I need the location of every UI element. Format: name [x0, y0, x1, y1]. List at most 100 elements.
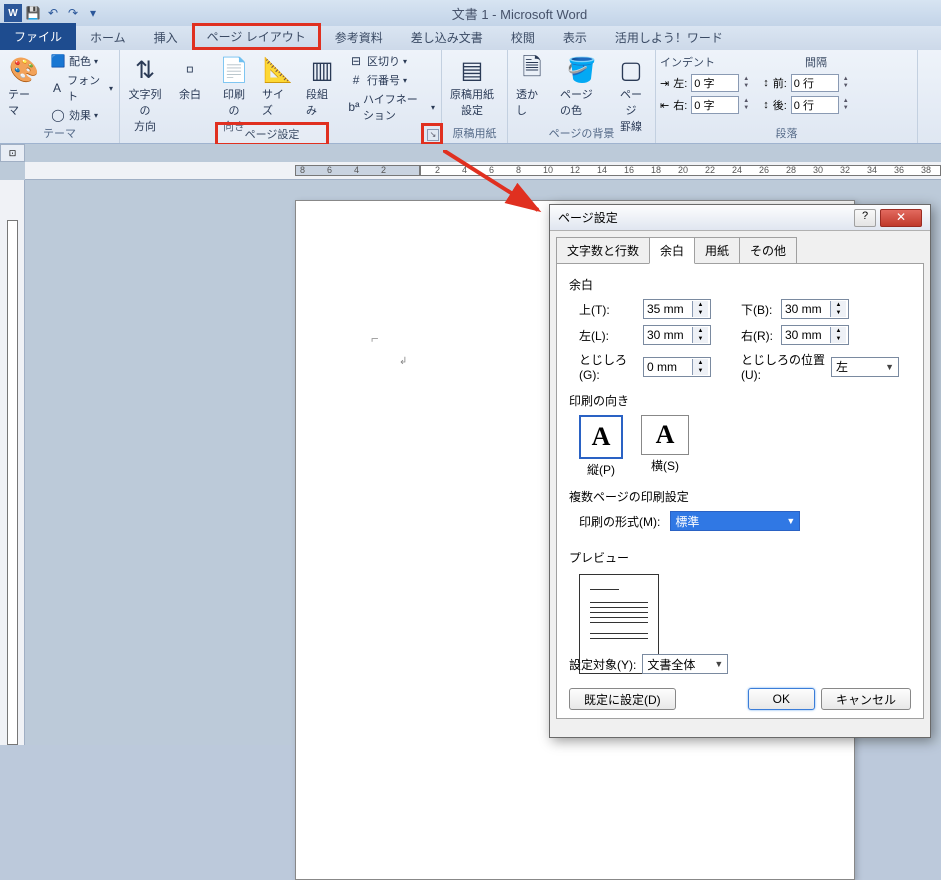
dialog-titlebar[interactable]: ページ設定 ? ✕: [550, 205, 930, 231]
effects-button[interactable]: ◯効果▾: [48, 106, 115, 124]
spacing-before-input[interactable]: [791, 74, 839, 92]
undo-icon[interactable]: ↶: [44, 4, 62, 22]
text-direction-icon: ⇅: [129, 54, 161, 86]
group-paragraph-label: 段落: [656, 123, 917, 143]
line-num-icon: #: [348, 72, 364, 88]
apply-select[interactable]: 文書全体▼: [642, 654, 728, 674]
title-bar: W 💾 ↶ ↷ ▾ 文書 1 - Microsoft Word: [0, 0, 941, 26]
margins-button[interactable]: ▫余白: [170, 52, 210, 104]
breaks-button[interactable]: ⊟区切り▾: [346, 52, 437, 70]
save-icon[interactable]: 💾: [24, 4, 42, 22]
gutter-input[interactable]: [644, 360, 692, 374]
theme-button[interactable]: 🎨 テーマ: [4, 52, 44, 120]
multi-page-title: 複数ページの印刷設定: [569, 488, 911, 505]
dlg-tab-chars[interactable]: 文字数と行数: [556, 237, 650, 264]
qat-more-icon[interactable]: ▾: [84, 4, 102, 22]
tab-file[interactable]: ファイル: [0, 23, 76, 50]
orientation-button[interactable]: 📄印刷の 向き: [214, 52, 254, 136]
after-icon: ↕: [763, 99, 769, 111]
tab-mailings[interactable]: 差し込み文書: [397, 25, 497, 50]
orient-landscape[interactable]: A 横(S): [641, 415, 689, 478]
format-label: 印刷の形式(M):: [579, 513, 660, 530]
top-input[interactable]: [644, 302, 692, 316]
tab-insert[interactable]: 挿入: [140, 25, 192, 50]
preview-title: プレビュー: [569, 549, 911, 566]
fonts-icon: A: [50, 80, 64, 96]
indent-right-input[interactable]: [691, 96, 739, 114]
default-button[interactable]: 既定に設定(D): [569, 688, 676, 710]
dialog-close-button[interactable]: ✕: [880, 209, 922, 227]
right-input[interactable]: [782, 328, 830, 342]
columns-button[interactable]: ▥段組み: [302, 52, 342, 120]
left-label: 左(L):: [569, 327, 643, 344]
indent-left-input[interactable]: [691, 74, 739, 92]
format-select[interactable]: 標準▼: [670, 511, 800, 531]
size-button[interactable]: 📐サイズ: [258, 52, 298, 120]
vertical-ruler[interactable]: [0, 180, 25, 745]
watermark-button[interactable]: 🗎透かし: [512, 52, 552, 120]
bottom-input[interactable]: [782, 302, 830, 316]
apply-label: 設定対象(Y):: [569, 656, 636, 673]
dialog-tabs: 文字数と行数 余白 用紙 その他: [550, 231, 930, 264]
bottom-label: 下(B):: [731, 301, 781, 318]
text-direction-button[interactable]: ⇅文字列の 方向: [124, 52, 166, 136]
page-setup-launcher[interactable]: ↘: [427, 129, 439, 141]
tab-home[interactable]: ホーム: [76, 25, 140, 50]
ok-button[interactable]: OK: [748, 688, 815, 710]
colors-button[interactable]: 🟦配色▾: [48, 52, 115, 70]
orient-portrait[interactable]: A 縦(P): [579, 415, 623, 478]
hyphen-icon: bª: [348, 99, 360, 115]
page-border-icon: ▢: [615, 54, 647, 86]
spin-down[interactable]: ▼: [743, 83, 749, 90]
right-label: 右(R):: [731, 327, 781, 344]
line-numbers-button[interactable]: #行番号▾: [346, 71, 437, 89]
indent-title: インデント: [660, 54, 715, 70]
window-title: 文書 1 - Microsoft Word: [102, 4, 937, 23]
horizontal-ruler[interactable]: [25, 162, 941, 180]
size-icon: 📐: [262, 54, 294, 86]
dialog-help-button[interactable]: ?: [854, 209, 876, 227]
manuscript-button[interactable]: ▤原稿用紙 設定: [446, 52, 498, 120]
redo-icon[interactable]: ↷: [64, 4, 82, 22]
cancel-button[interactable]: キャンセル: [821, 688, 911, 710]
page-color-icon: 🪣: [566, 54, 598, 86]
manuscript-icon: ▤: [456, 54, 488, 86]
watermark-icon: 🗎: [516, 54, 548, 86]
text-cursor: ↲: [399, 356, 407, 367]
hyphenation-button[interactable]: bªハイフネーション▾: [346, 90, 437, 124]
group-background: 🗎透かし 🪣ページの色 ▢ページ 罫線 ページの背景: [508, 50, 656, 143]
margin-section-title: 余白: [569, 276, 911, 293]
spacing-after-input[interactable]: [791, 96, 839, 114]
fonts-button[interactable]: Aフォント▾: [48, 71, 115, 105]
tab-view[interactable]: 表示: [549, 25, 601, 50]
left-input[interactable]: [644, 328, 692, 342]
effects-icon: ◯: [50, 107, 66, 123]
top-label: 上(T):: [569, 301, 643, 318]
dlg-tab-paper[interactable]: 用紙: [694, 237, 740, 264]
theme-label: テーマ: [8, 86, 40, 118]
group-paragraph: インデント 間隔 ⇥左:▲▼ ↕前:▲▼ ⇤右:▲▼ ↕後:▲▼ 段落: [656, 50, 918, 143]
group-background-label: ページの背景: [508, 123, 655, 143]
tab-use[interactable]: 活用しよう！ワード: [601, 25, 737, 50]
tab-references[interactable]: 参考資料: [321, 25, 397, 50]
spin-up[interactable]: ▲: [743, 76, 749, 83]
gutter-pos-label: とじしろの位置(U):: [731, 351, 831, 382]
spacing-title: 間隔: [805, 54, 827, 70]
word-icon: W: [4, 4, 22, 22]
dialog-body: 余白 上(T): ▲▼ 下(B): ▲▼ 左(L): ▲▼ 右(R): ▲▼ と…: [556, 263, 924, 719]
ruler-corner[interactable]: ⊡: [0, 144, 25, 162]
breaks-icon: ⊟: [348, 53, 364, 69]
gutter-pos-select[interactable]: 左▼: [831, 357, 899, 377]
tab-review[interactable]: 校閲: [497, 25, 549, 50]
theme-icon: 🎨: [8, 54, 40, 86]
page-color-button[interactable]: 🪣ページの色: [556, 52, 607, 120]
quick-access-toolbar: W 💾 ↶ ↷ ▾: [4, 4, 102, 22]
dlg-tab-other[interactable]: その他: [739, 237, 797, 264]
colors-icon: 🟦: [50, 53, 66, 69]
dlg-tab-margins[interactable]: 余白: [649, 237, 695, 264]
dialog-title: ページ設定: [558, 209, 854, 226]
indent-right-icon: ⇤: [660, 99, 669, 112]
tab-page-layout[interactable]: ページ レイアウト: [192, 23, 321, 50]
group-page-setup: ⇅文字列の 方向 ▫余白 📄印刷の 向き 📐サイズ ▥段組み ⊟区切り▾ #行番…: [120, 50, 442, 143]
group-manuscript-label: 原稿用紙: [442, 123, 507, 143]
